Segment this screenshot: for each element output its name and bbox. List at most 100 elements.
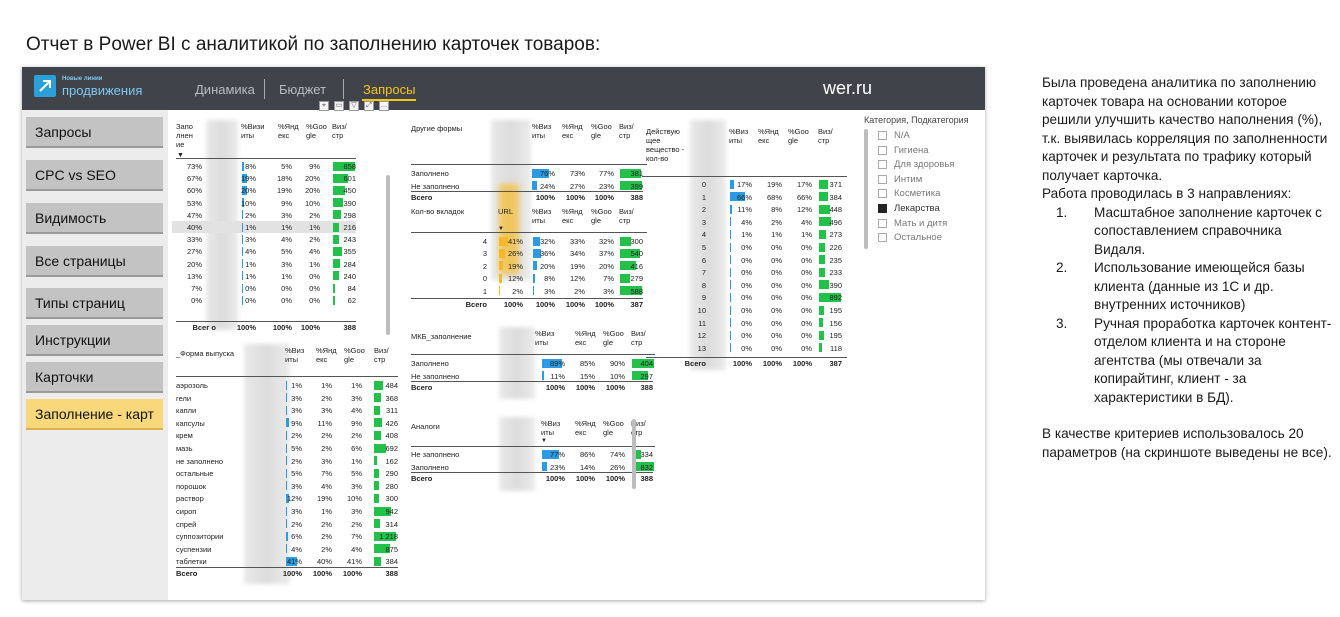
table-cell: 240 xyxy=(343,271,356,281)
col-header[interactable]: %Goo gle xyxy=(591,207,613,225)
table-cell: 4% xyxy=(351,544,362,554)
slicer-item-label: Интим xyxy=(894,173,923,185)
sort-desc-icon[interactable]: ▼ xyxy=(541,437,547,446)
col-header[interactable]: %Янд екс xyxy=(316,346,338,364)
sidebar-item-instruktsii[interactable]: Инструкции xyxy=(26,325,163,356)
filter-icon[interactable]: ▽ xyxy=(349,101,359,111)
col-header[interactable]: %Goo gle xyxy=(788,127,810,145)
table-cell: 0% xyxy=(309,271,320,281)
table-cell: 243 xyxy=(343,235,356,245)
checkbox-checked-icon[interactable] xyxy=(878,204,887,213)
sidebar-item-vse-stranitsy[interactable]: Все страницы xyxy=(26,246,163,277)
col-header[interactable]: Другие формы xyxy=(411,124,491,133)
col-header[interactable]: Виз/ стр xyxy=(619,207,641,225)
focus-mode-icon[interactable]: ⤢ xyxy=(364,101,374,111)
checkbox-icon[interactable] xyxy=(878,160,887,170)
col-header[interactable]: %Goo gle xyxy=(603,419,625,437)
table-cell: 0 xyxy=(482,274,487,284)
list-item: 1. Масштабное заполнение карточек с сопос… xyxy=(1042,204,1332,260)
table-cell: 233 xyxy=(829,268,842,278)
table-cell: 496 xyxy=(829,217,842,227)
table-cell: капсулы xyxy=(176,418,205,428)
table-cell: 448 xyxy=(829,205,842,215)
checkbox-icon[interactable] xyxy=(878,145,887,155)
table-cell: 41% xyxy=(346,557,362,567)
col-header[interactable]: %Янд екс xyxy=(575,419,597,437)
col-header[interactable]: Действую щее вещество - кол-во xyxy=(646,127,690,163)
copy-icon[interactable]: ▭ xyxy=(334,101,344,111)
col-header[interactable]: %Янд екс xyxy=(562,122,584,140)
col-header[interactable]: _Форма выпуска xyxy=(176,349,246,358)
col-header[interactable]: Запо лнен ие xyxy=(176,122,202,149)
sidebar-item-zapolnenie-kart[interactable]: Заполнение - карт xyxy=(26,399,163,430)
col-header[interactable]: %Виз иты xyxy=(285,346,309,364)
table-cell: 355 xyxy=(343,247,356,257)
scrollbar[interactable] xyxy=(386,175,390,335)
table-mkb-zapolnenie: МКБ_заполнение %Виз иты %Янд екс %Goo gl… xyxy=(407,327,657,402)
table-cell: 195 xyxy=(829,331,842,341)
col-header[interactable]: %Янд екс xyxy=(278,122,300,140)
col-header[interactable]: Виз/ стр xyxy=(332,122,354,140)
col-header[interactable]: %Виз иты xyxy=(729,127,753,145)
table-cell: 7% xyxy=(351,532,362,542)
table-cell: 384 xyxy=(385,557,398,567)
pin-icon[interactable]: ⌖ xyxy=(319,101,329,111)
table-analogi: Аналоги %Виз иты %Янд екс %Goo gle Виз/ … xyxy=(407,417,657,495)
checkbox-icon[interactable] xyxy=(878,233,887,243)
checkbox-icon[interactable] xyxy=(878,131,887,140)
sidebar-item-tipy-stranits[interactable]: Типы страниц xyxy=(26,288,163,319)
sidebar-item-cpc-vs-seo[interactable]: CPC vs SEO xyxy=(26,160,163,191)
tab-zaprosy[interactable]: Запросы xyxy=(363,82,415,97)
table-cell: 4% xyxy=(245,247,256,257)
sidebar-item-vidimost[interactable]: Видимость xyxy=(26,203,163,234)
col-header[interactable]: %Янд екс xyxy=(562,207,584,225)
checkbox-icon[interactable] xyxy=(878,189,887,199)
col-header[interactable]: МКБ_заполнение xyxy=(411,332,499,341)
table-kol-vo-vkladok: Кол-во вкладок URL %Виз иты %Янд екс %Go… xyxy=(407,205,657,317)
table-cell: 540 xyxy=(630,249,643,259)
slicer-scrollbar[interactable] xyxy=(864,129,868,249)
table-cell: 2% xyxy=(351,431,362,441)
table-cell: остальные xyxy=(176,469,214,479)
total-cell: 100% xyxy=(300,323,320,332)
col-header[interactable]: %Goo gle xyxy=(344,346,366,364)
col-header[interactable]: %Goo gle xyxy=(306,122,328,140)
scrollbar[interactable] xyxy=(632,419,636,489)
nav-separator xyxy=(264,79,265,99)
sidebar-item-kartochki[interactable]: Карточки xyxy=(26,362,163,393)
col-header[interactable]: URL xyxy=(498,207,522,216)
col-header[interactable]: %Янд екс xyxy=(575,329,597,347)
logo-text-top: Новые линии xyxy=(62,76,103,82)
table-cell: раствор xyxy=(176,494,204,504)
col-header[interactable]: %Goo gle xyxy=(591,122,613,140)
col-header[interactable]: %Виз иты xyxy=(532,122,556,140)
col-header[interactable]: %Янд екс xyxy=(758,127,780,145)
col-header[interactable]: Виз/ стр xyxy=(818,127,840,145)
col-header[interactable]: %Виз иты xyxy=(541,419,565,437)
col-header[interactable]: %Виз иты xyxy=(532,207,556,225)
checkbox-icon[interactable] xyxy=(878,218,887,228)
col-header[interactable]: Кол-во вкладок xyxy=(411,207,471,216)
table-cell: не заполнено xyxy=(176,456,224,466)
nav-separator xyxy=(343,79,344,99)
table-cell: 2 xyxy=(482,261,487,271)
table-cell: 1% xyxy=(351,456,362,466)
col-header[interactable]: %Визи иты xyxy=(241,122,267,140)
sidebar-item-zaprosy[interactable]: Запросы xyxy=(26,117,163,148)
report-header: Новые линии продвижения Динамика Бюджет … xyxy=(22,67,985,110)
slicer-title: Категория, Подкатегория xyxy=(864,115,969,125)
table-cell: 2% xyxy=(351,519,362,529)
table-cell: таблетки xyxy=(176,557,207,567)
col-header[interactable]: Аналоги xyxy=(411,422,471,431)
col-header[interactable]: Виз/ стр xyxy=(374,346,396,364)
col-header[interactable]: %Виз иты xyxy=(535,329,559,347)
checkbox-icon[interactable] xyxy=(878,174,887,184)
table-cell: 7 xyxy=(701,268,706,278)
tab-budget[interactable]: Бюджет xyxy=(279,82,326,97)
col-header[interactable]: %Goo gle xyxy=(603,329,625,347)
table-cell: 195 xyxy=(829,306,842,315)
tab-dinamika[interactable]: Динамика xyxy=(195,82,255,97)
col-header[interactable]: Виз/ стр xyxy=(619,122,641,140)
more-options-icon[interactable]: … xyxy=(379,101,389,111)
